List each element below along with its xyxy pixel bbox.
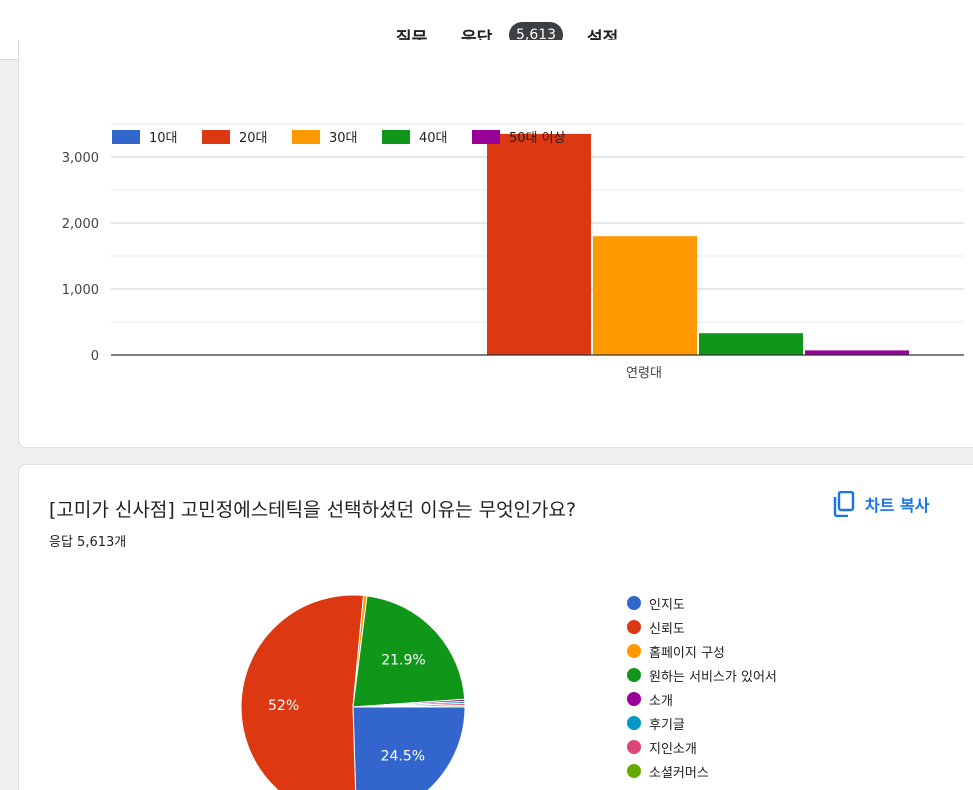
pie-legend-label: 신뢰도 [649,621,685,637]
y-tick-label: 1,000 [62,283,99,298]
legend-swatch-3 [382,130,410,144]
legend-swatch-2 [292,130,320,144]
x-category-label: 연령대 [626,366,662,381]
pie-legend-item: 소개 [627,687,777,711]
legend-dot [627,740,641,754]
legend-dot [627,596,641,610]
pie-legend-item: 후기글 [627,711,777,735]
pie-legend-label: 원하는 서비스가 있어서 [649,669,777,685]
bar-4 [805,350,909,355]
pie-legend-label: 인지도 [649,597,685,613]
pie-legend-item: 원하는 서비스가 있어서 [627,663,777,687]
copy-chart-label: 차트 복사 [865,496,930,515]
y-tick-label: 0 [91,349,99,364]
age-chart-card: 0 1,000 2,000 3,000 연령대 10대 20대 30대 40대 50대 이상 [18,40,973,448]
bar-2 [593,236,697,355]
pie-data-label: 52% [268,698,299,714]
pie-legend-label: 소개 [649,693,673,709]
copy-icon [833,490,855,518]
y-tick-label: 3,000 [62,151,99,166]
legend-swatch-1 [202,130,230,144]
legend-dot [627,620,641,634]
pie-legend-label: 소셜커머스 [649,765,709,781]
legend-dot [627,764,641,778]
pie-legend-item: 신뢰도 [627,615,777,639]
age-bar-chart: 0 1,000 2,000 3,000 연령대 10대 20대 30대 40대 50대 이상 [62,123,964,381]
pie-legend-item: 홈페이지 구성 [627,639,777,663]
legend-label-4: 50대 이상 [509,131,566,146]
legend-dot [627,668,641,682]
pie-slice-1 [240,594,365,790]
legend-label-0: 10대 [149,131,178,146]
legend-dot [627,644,641,658]
legend-dot [627,692,641,706]
legend-label-3: 40대 [419,131,448,146]
legend-label-2: 30대 [329,131,358,146]
legend-swatch-0 [112,130,140,144]
pie-legend-item: 소셜커머스 [627,759,777,783]
legend-label-1: 20대 [239,131,268,146]
legend-dot [627,716,641,730]
reason-pie-chart: 24.5% 52% 21.9% [240,594,466,790]
pie-legend: 인지도신뢰도홈페이지 구성원하는 서비스가 있어서소개후기글지인소개소셜커머스 [627,591,777,783]
legend-swatch-4 [472,130,500,144]
bar-1 [487,133,591,355]
pie-legend-item: 인지도 [627,591,777,615]
pie-data-label: 24.5% [381,748,425,764]
copy-chart-button[interactable]: 차트 복사 [833,489,929,519]
y-tick-label: 2,000 [62,217,99,232]
reason-question-card: [고미가 신사점] 고민정에스테틱을 선택하셨던 이유는 무엇인가요? 응답 5… [18,464,973,790]
pie-legend-label: 후기글 [649,717,685,733]
pie-legend-label: 홈페이지 구성 [649,645,725,661]
bar-3 [699,333,803,355]
pie-legend-label: 지인소개 [649,741,697,757]
pie-legend-item: 지인소개 [627,735,777,759]
pie-data-label: 21.9% [381,652,425,668]
reason-pie-chart-wrap: 24.5% 52% 21.9% [239,593,467,790]
question-title: [고미가 신사점] 고민정에스테틱을 선택하셨던 이유는 무엇인가요? [49,499,577,521]
question-response-count: 응답 5,613개 [49,535,127,550]
